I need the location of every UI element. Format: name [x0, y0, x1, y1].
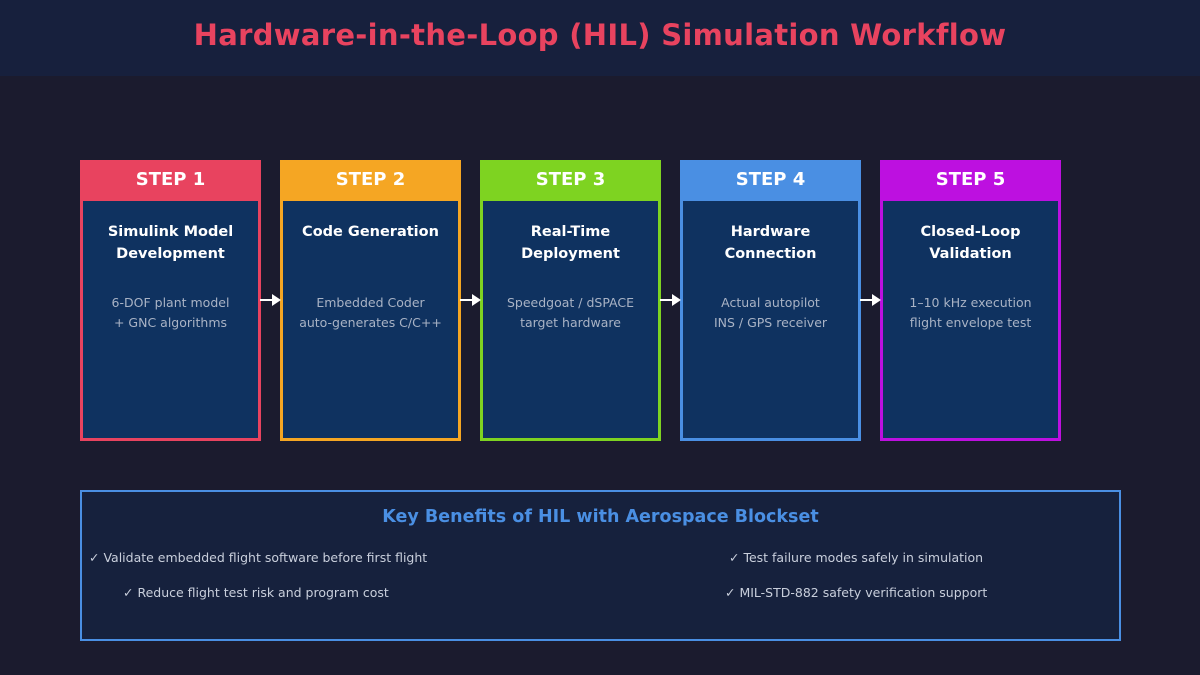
step-1-description: 6-DOF plant model + GNC algorithms: [85, 293, 256, 333]
step-5-desc-line-1: 1–10 kHz execution: [909, 295, 1032, 310]
benefit-item: ✓ MIL-STD-882 safety verification suppor…: [725, 585, 988, 600]
step-4-description: Actual autopilot INS / GPS receiver: [685, 293, 856, 333]
step-1-desc-line-2: + GNC algorithms: [113, 315, 228, 330]
step-2-title-line-1: Code Generation: [302, 224, 439, 240]
step-3-desc-line-1: Speedgoat / dSPACE: [506, 295, 635, 310]
arrow-right-icon: [660, 294, 681, 306]
step-2-title: Code Generation: [285, 221, 456, 243]
page-title: Hardware-in-the-Loop (HIL) Simulation Wo…: [193, 18, 1007, 52]
step-3-header: STEP 3: [480, 160, 661, 201]
step-5-description: 1–10 kHz execution flight envelope test: [885, 293, 1056, 333]
benefits-title: Key Benefits of HIL with Aerospace Block…: [382, 507, 819, 527]
step-4-header: STEP 4: [680, 160, 861, 201]
step-1-header: STEP 1: [80, 160, 261, 201]
arrow-right-icon: [460, 294, 481, 306]
step-4-desc-line-1: Actual autopilot: [721, 295, 820, 310]
step-2-header: STEP 2: [280, 160, 461, 201]
step-4-box: STEP 4 Hardware Connection Actual autopi…: [680, 160, 861, 441]
step-5-title: Closed-Loop Validation: [885, 221, 1056, 265]
step-5-desc-line-2: flight envelope test: [909, 315, 1032, 330]
arrow-right-icon: [860, 294, 881, 306]
benefits-panel: Key Benefits of HIL with Aerospace Block…: [80, 490, 1121, 641]
step-1-title-line-1: Simulink Model: [107, 224, 234, 240]
step-5-box: STEP 5 Closed-Loop Validation 1–10 kHz e…: [880, 160, 1061, 441]
step-5-title-line-2: Validation: [929, 246, 1012, 262]
step-1-desc-line-1: 6-DOF plant model: [111, 295, 230, 310]
step-5-header: STEP 5: [880, 160, 1061, 201]
step-1-title-line-2: Development: [116, 246, 225, 262]
step-3-title-line-1: Real-Time: [530, 224, 611, 240]
benefit-item: ✓ Test failure modes safely in simulatio…: [729, 550, 984, 565]
step-4-title-line-2: Connection: [724, 246, 817, 262]
step-3-desc-line-2: target hardware: [520, 315, 621, 330]
step-4-title-line-1: Hardware: [730, 224, 811, 240]
step-3-box: STEP 3 Real-Time Deployment Speedgoat / …: [480, 160, 661, 441]
step-3-title-line-2: Deployment: [521, 246, 620, 262]
step-5-title-line-1: Closed-Loop: [920, 224, 1021, 240]
step-2-description: Embedded Coder auto-generates C/C++: [285, 293, 456, 333]
step-1-title: Simulink Model Development: [85, 221, 256, 265]
step-3-title: Real-Time Deployment: [485, 221, 656, 265]
step-4-desc-line-2: INS / GPS receiver: [713, 315, 828, 330]
step-1-box: STEP 1 Simulink Model Development 6-DOF …: [80, 160, 261, 441]
step-2-desc-line-2: auto-generates C/C++: [299, 315, 442, 330]
step-3-description: Speedgoat / dSPACE target hardware: [485, 293, 656, 333]
step-2-desc-line-1: Embedded Coder: [316, 295, 425, 310]
arrow-right-icon: [260, 294, 281, 306]
benefit-item: ✓ Reduce flight test risk and program co…: [123, 585, 389, 600]
benefit-item: ✓ Validate embedded flight software befo…: [89, 550, 428, 565]
header-bar: Hardware-in-the-Loop (HIL) Simulation Wo…: [0, 0, 1200, 76]
step-4-title: Hardware Connection: [685, 221, 856, 265]
step-2-box: STEP 2 Code Generation Embedded Coder au…: [280, 160, 461, 441]
